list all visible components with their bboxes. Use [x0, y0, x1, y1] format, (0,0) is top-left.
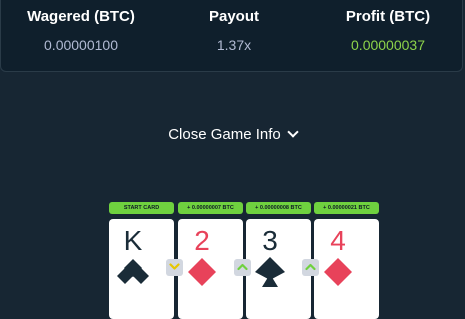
payout-badge: + 0.00000008 BTC	[246, 202, 311, 214]
diamond-suit-icon	[324, 258, 352, 286]
bet-stats-panel: Wagered (BTC) 0.00000100 Payout 1.37x Pr…	[0, 0, 463, 72]
card-rank: 2	[194, 225, 210, 256]
card-slot-4: + 0.00000021 BTC 4	[314, 202, 379, 319]
chevron-up-icon	[237, 263, 248, 271]
card-rank: 4	[330, 225, 346, 256]
profit-label: Profit (BTC)	[345, 8, 431, 25]
chevron-up-icon	[305, 263, 316, 271]
playing-card: K	[109, 219, 174, 319]
card-slot-1: START CARD K	[109, 202, 174, 319]
diamond-suit-icon	[188, 258, 216, 286]
wagered-label: Wagered (BTC)	[27, 8, 135, 25]
profit-value: 0.00000037	[351, 37, 425, 53]
higher-guess-indicator	[302, 259, 319, 276]
spade-suit-icon	[255, 257, 285, 287]
lower-guess-indicator	[166, 259, 183, 276]
payout-value: 1.37x	[216, 37, 252, 53]
payout-label: Payout	[208, 8, 259, 25]
higher-guess-indicator	[234, 259, 251, 276]
club-suit-icon	[117, 259, 149, 284]
wagered-value: 0.00000100	[44, 37, 118, 53]
chevron-down-icon	[169, 263, 180, 270]
card-rank: K	[123, 225, 143, 256]
start-card-badge: START CARD	[109, 202, 174, 214]
close-game-info-button[interactable]: Close Game Info	[0, 126, 465, 143]
card-rank: 3	[262, 225, 278, 256]
playing-card: 4	[314, 219, 379, 319]
payout-badge: + 0.00000007 BTC	[178, 202, 243, 214]
chevron-down-icon	[287, 126, 299, 138]
close-game-info-label: Close Game Info	[168, 126, 281, 143]
payout-badge: + 0.00000021 BTC	[314, 202, 379, 214]
